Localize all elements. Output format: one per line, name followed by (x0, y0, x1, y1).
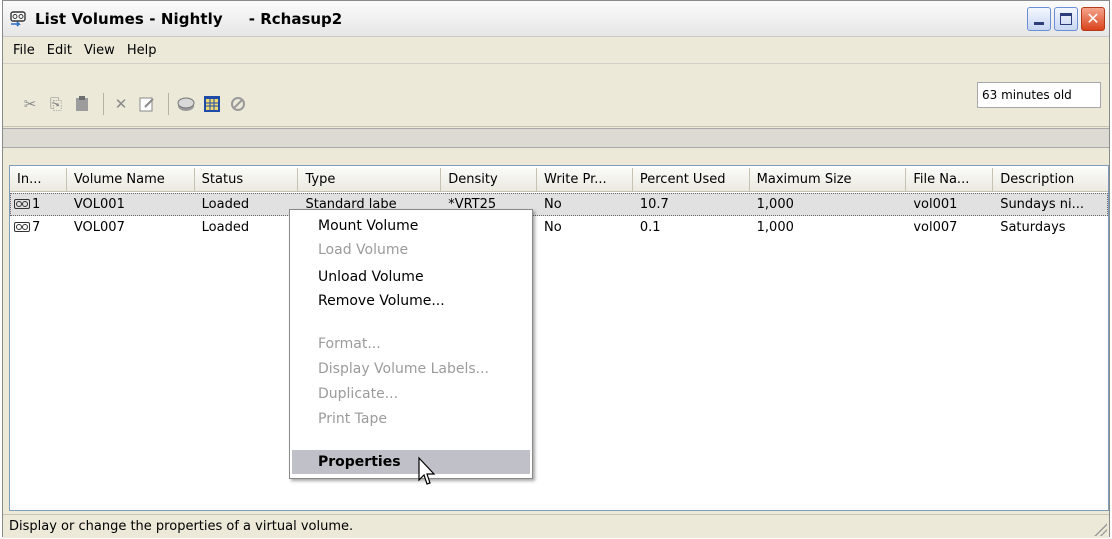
row-volume-name: VOL001 (73, 197, 125, 212)
list-volumes-window: List Volumes - Nightly - Rchasup2 ✕ File… (2, 0, 1110, 538)
row-maximum-size: 1,000 (756, 197, 794, 212)
menu-item-load-volume: Load Volume (318, 242, 409, 258)
column-header-write-protect[interactable]: Write Pr... (537, 168, 633, 192)
column-header-status[interactable]: Status (195, 168, 299, 192)
mouse-pointer-icon (418, 456, 436, 485)
toolbar-separator (103, 93, 104, 115)
resize-grip-icon[interactable] (1093, 522, 1107, 536)
filter-band (3, 128, 1109, 148)
menu-bar: File Edit View Help (3, 38, 1109, 64)
column-header-density[interactable]: Density (441, 168, 538, 192)
row-file-name: vol001 (913, 197, 958, 212)
menu-item-mount-volume[interactable]: Mount Volume (292, 214, 530, 238)
row-volume-name: VOL007 (73, 220, 125, 235)
menu-item-properties[interactable]: Properties (292, 450, 530, 474)
status-text: Display or change the properties of a vi… (9, 519, 354, 534)
minimize-icon (1034, 22, 1044, 25)
menu-view[interactable]: View (78, 43, 121, 58)
row-status: Loaded (201, 197, 250, 212)
row-description: Saturdays (1000, 220, 1066, 235)
status-bar: Display or change the properties of a vi… (3, 514, 1109, 538)
column-header-index[interactable]: In... (10, 168, 67, 192)
properties-icon[interactable] (136, 94, 158, 114)
row-status: Loaded (201, 220, 250, 235)
row-index-cell: 7 (10, 216, 67, 239)
volume-list[interactable]: In... Volume Name Status Type Density Wr… (9, 165, 1109, 511)
menu-item-display-volume-labels: Display Volume Labels... (318, 361, 489, 377)
row-description: Sundays ni... (1000, 197, 1084, 212)
row-percent-used: 0.1 (639, 220, 661, 235)
tape-app-icon (9, 10, 29, 28)
minimize-button[interactable] (1027, 7, 1051, 31)
column-header-type[interactable]: Type (298, 168, 442, 192)
table-row[interactable]: 1 VOL001 Loaded Standard labe *VRT25 No … (10, 193, 1108, 216)
menu-item-format: Format... (318, 336, 381, 352)
toolbar: ✂ ⎘ ✕ 63 minutes old (3, 65, 1109, 127)
column-header-description[interactable]: Description (993, 168, 1108, 192)
toolbar-separator (168, 93, 169, 115)
menu-item-remove-volume[interactable]: Remove Volume... (292, 289, 530, 313)
row-file-name: vol007 (913, 220, 958, 235)
data-age-field: 63 minutes old (977, 82, 1101, 108)
cut-icon[interactable]: ✂ (19, 94, 41, 114)
menu-item-unload-volume[interactable]: Unload Volume (292, 265, 530, 289)
menu-file[interactable]: File (7, 43, 41, 58)
tape-volume-icon (14, 199, 30, 209)
row-index: 7 (32, 220, 41, 235)
table-row[interactable]: 7 VOL007 Loaded No 0.1 1,000 vol007 Satu… (10, 216, 1108, 239)
menu-help[interactable]: Help (121, 43, 163, 58)
copy-icon[interactable]: ⎘ (45, 94, 67, 114)
refresh-icon[interactable] (175, 94, 197, 114)
menu-item-print-tape: Print Tape (318, 411, 387, 427)
menu-edit[interactable]: Edit (41, 43, 78, 58)
close-button[interactable]: ✕ (1081, 7, 1105, 31)
row-write-protect: No (544, 220, 562, 235)
list-header: In... Volume Name Status Type Density Wr… (10, 168, 1108, 192)
menu-item-duplicate: Duplicate... (318, 386, 399, 402)
column-header-volume-name[interactable]: Volume Name (67, 168, 195, 192)
row-index: 1 (32, 197, 41, 212)
maximize-icon (1060, 13, 1072, 25)
window-title: List Volumes - Nightly (35, 9, 223, 28)
window-subtitle: - Rchasup2 (248, 9, 343, 28)
stop-icon[interactable] (227, 94, 249, 114)
column-header-file-name[interactable]: File Na... (906, 168, 994, 192)
paste-icon[interactable] (71, 94, 93, 114)
row-index-cell: 1 (10, 193, 67, 216)
row-maximum-size: 1,000 (756, 220, 794, 235)
context-menu: Mount Volume Load Volume Unload Volume R… (289, 209, 533, 479)
close-icon: ✕ (1086, 9, 1100, 28)
delete-icon[interactable]: ✕ (110, 94, 132, 114)
columns-icon[interactable] (201, 94, 223, 114)
tape-volume-icon (14, 222, 30, 232)
maximize-button[interactable] (1054, 7, 1078, 31)
column-header-percent-used[interactable]: Percent Used (633, 168, 750, 192)
row-write-protect: No (544, 197, 562, 212)
title-bar[interactable]: List Volumes - Nightly - Rchasup2 ✕ (3, 1, 1109, 37)
menu-separator (316, 440, 528, 441)
row-percent-used: 10.7 (639, 197, 669, 212)
menu-separator (316, 323, 528, 324)
column-header-maximum-size[interactable]: Maximum Size (750, 168, 907, 192)
